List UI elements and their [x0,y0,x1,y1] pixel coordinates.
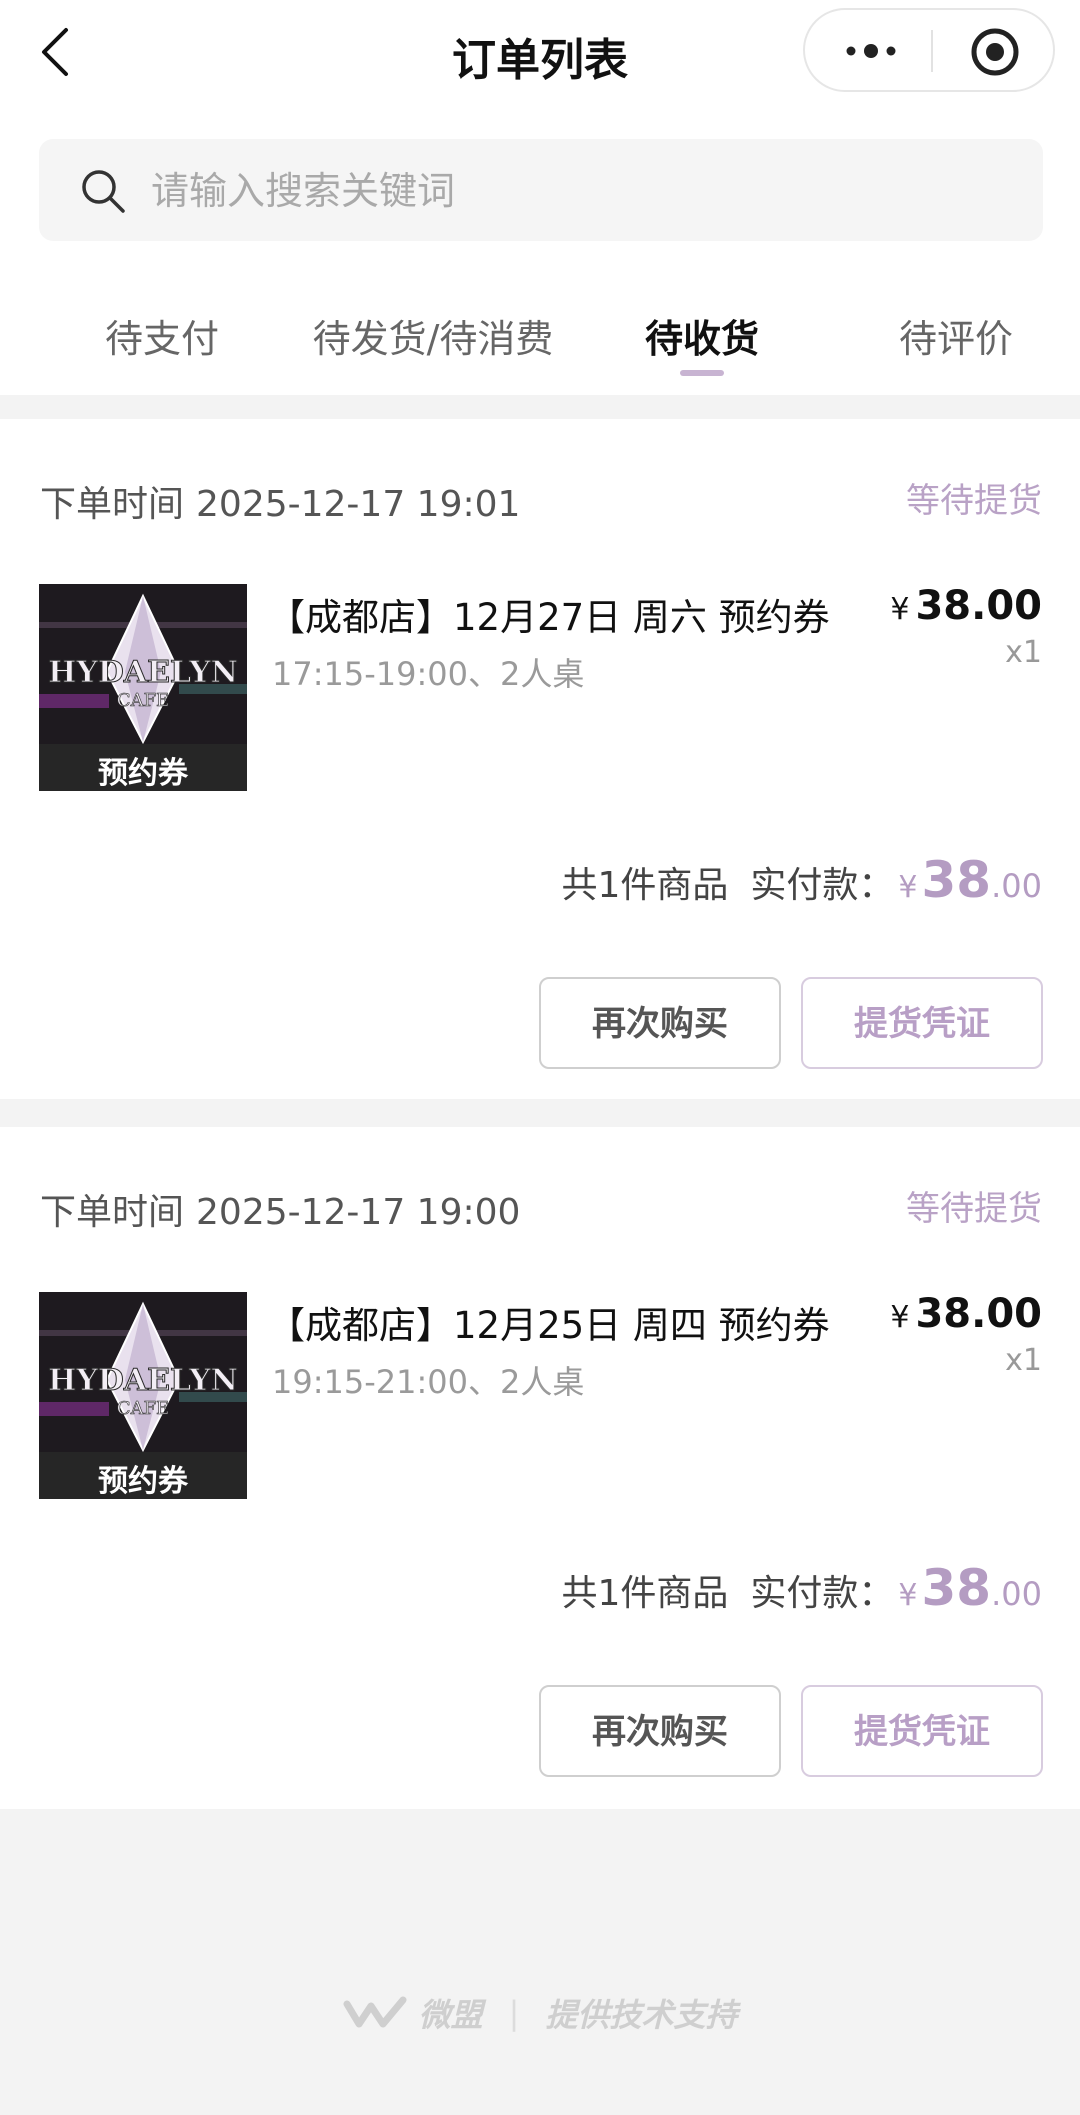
paid-amount-int: 38 [921,1559,992,1617]
order-time-label: 下单时间 [40,484,185,525]
paid-amount-dec: .00 [991,1575,1042,1613]
product-spec: 19:15-21:00、2人桌 [272,1363,585,1401]
paid-amount-dec: .00 [991,867,1042,905]
currency-symbol: ¥ [890,1300,910,1335]
buy-again-button[interactable]: 再次购买 [539,977,781,1069]
paid-amount-int: 38 [921,851,992,909]
thumb-caption: 预约券 [98,1464,188,1499]
paid-currency: ¥ [898,870,918,905]
order-time-value: 2025-12-17 19:01 [196,484,521,525]
tab-pending-shipment[interactable]: 待发货/待消费 [313,308,554,363]
order-time-value: 2025-12-17 19:00 [196,1192,521,1233]
tab-pending-receipt[interactable]: 待收货 [645,308,759,363]
order-card[interactable]: 下单时间 2025-12-17 19:00 等待提货 HYDAELYN CAFE … [0,1127,1080,1809]
order-status: 等待提货 [906,481,1042,521]
footer-divider: | [508,1994,520,2032]
product-thumbnail[interactable]: HYDAELYN CAFE 预约券 [39,584,247,791]
svg-text:CAFE: CAFE [117,1398,169,1419]
item-count: 共1件商品 [561,865,729,906]
order-time: 下单时间 2025-12-17 19:00 [40,1183,520,1235]
order-time: 下单时间 2025-12-17 19:01 [40,475,520,527]
product-name[interactable]: 【成都店】12月25日 周四 预约券 [268,1295,830,1349]
search-input[interactable] [149,161,1013,221]
product-spec: 17:15-19:00、2人桌 [272,655,585,693]
svg-text:HYDAELYN: HYDAELYN [48,655,238,690]
paid-currency: ¥ [898,1578,918,1613]
price-value: 38.00 [915,583,1042,629]
footer-credit: 微盟 | 提供技术支持 [0,1990,1080,2036]
tab-pending-payment[interactable]: 待支付 [105,308,219,363]
top-bar: 订单列表 待支付 待发货/待消费 待收货 待评价 [0,0,1080,395]
svg-text:CAFE: CAFE [117,690,169,711]
unit-price: ¥38.00 [890,583,1042,629]
active-tab-indicator [680,370,724,376]
paid-label: 实付款： [750,865,895,906]
search-bar[interactable] [39,139,1043,241]
paid-label: 实付款： [750,1573,895,1614]
order-card[interactable]: 下单时间 2025-12-17 19:01 等待提货 HYDAELYN CAFE … [0,419,1080,1099]
tab-pending-review[interactable]: 待评价 [899,308,1013,363]
buy-again-button[interactable]: 再次购买 [539,1685,781,1777]
footer-text: 提供技术支持 [545,1996,738,2034]
footer-brand: 微盟 [418,1996,483,2034]
more-icon[interactable] [841,34,901,68]
capsule-divider [931,30,933,72]
currency-symbol: ¥ [890,592,910,627]
price-value: 38.00 [915,1291,1042,1337]
unit-price: ¥38.00 [890,1291,1042,1337]
pickup-voucher-button[interactable]: 提货凭证 [801,977,1043,1069]
product-thumbnail[interactable]: HYDAELYN CAFE 预约券 [39,1292,247,1499]
pickup-voucher-button[interactable]: 提货凭证 [801,1685,1043,1777]
order-summary: 共1件商品 实付款： ¥38.00 [562,1559,1043,1617]
item-count: 共1件商品 [561,1573,729,1614]
order-status-tabs: 待支付 待发货/待消费 待收货 待评价 [0,290,1080,395]
mini-program-capsule [803,8,1055,92]
order-summary: 共1件商品 实付款： ¥38.00 [562,851,1043,909]
quantity: x1 [1005,635,1042,670]
close-miniprogram-icon[interactable] [969,26,1021,78]
order-status: 等待提货 [906,1189,1042,1229]
product-name[interactable]: 【成都店】12月27日 周六 预约券 [268,587,830,641]
weimob-logo-icon [343,1996,407,2028]
thumb-caption: 预约券 [98,756,188,791]
order-time-label: 下单时间 [40,1192,185,1233]
quantity: x1 [1005,1343,1042,1378]
search-icon [82,170,125,213]
svg-text:HYDAELYN: HYDAELYN [48,1363,238,1398]
